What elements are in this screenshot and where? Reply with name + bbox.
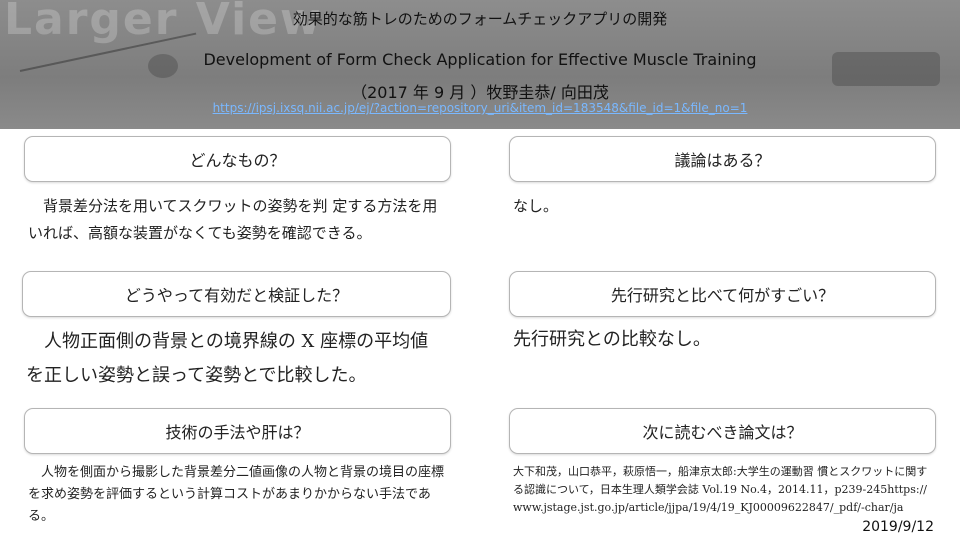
paper-title-jp: 効果的な筋トレのためのフォームチェックアプリの開発 bbox=[292, 10, 668, 28]
question-discussion: 議論はある？ bbox=[509, 136, 936, 182]
answer-technique: 人物を側面から撮影した背景差分二値画像の人物と背景の境目の座標を求め姿勢を評価す… bbox=[28, 465, 445, 524]
question-vs-prior: 先行研究と比べて何がすごい？ bbox=[509, 271, 936, 317]
question-how-verified: どうやって有効だと検証した？ bbox=[22, 271, 451, 317]
question-discussion-label: 議論はある？ bbox=[674, 151, 771, 170]
question-next-paper-label: 次に読むべき論文は？ bbox=[642, 423, 803, 442]
answer-how-verified: 人物正面側の背景との境界線の X 座標の平均値を正しい姿勢と誤って姿勢とで比較し… bbox=[26, 331, 429, 386]
paper-date-authors: （2017 年 9 月 ）牧野圭恭/ 向田茂 bbox=[351, 83, 609, 102]
header-banner: Larger View 効果的な筋トレのためのフォームチェックアプリの開発 De… bbox=[0, 0, 960, 129]
question-next-paper: 次に読むべき論文は？ bbox=[509, 408, 936, 454]
answer-discussion: なし。 bbox=[513, 197, 559, 215]
footer-date: 2019/9/12 bbox=[862, 519, 934, 535]
question-vs-prior-label: 先行研究と比べて何がすごい？ bbox=[610, 286, 835, 305]
question-technique-label: 技術の手法や肝は？ bbox=[165, 423, 310, 442]
question-what-label: どんなもの？ bbox=[189, 151, 286, 170]
answer-next-paper: 大下和茂，山口恭平，萩原悟一，船津京太郎:大学生の運動習 慣とスクワットに関する… bbox=[513, 465, 928, 514]
question-what: どんなもの？ bbox=[24, 136, 451, 182]
question-technique: 技術の手法や肝は？ bbox=[24, 408, 451, 454]
question-how-verified-label: どうやって有効だと検証した？ bbox=[124, 286, 349, 305]
paper-title-en: Development of Form Check Application fo… bbox=[203, 50, 757, 69]
answer-what: 背景差分法を用いてスクワットの姿勢を判 定する方法を用いれば、高額な装置がなくて… bbox=[28, 197, 438, 242]
answer-vs-prior: 先行研究との比較なし。 bbox=[513, 329, 711, 350]
paper-url-link[interactable]: https://ipsj.ixsq.nii.ac.jp/ej/?action=r… bbox=[0, 101, 960, 115]
